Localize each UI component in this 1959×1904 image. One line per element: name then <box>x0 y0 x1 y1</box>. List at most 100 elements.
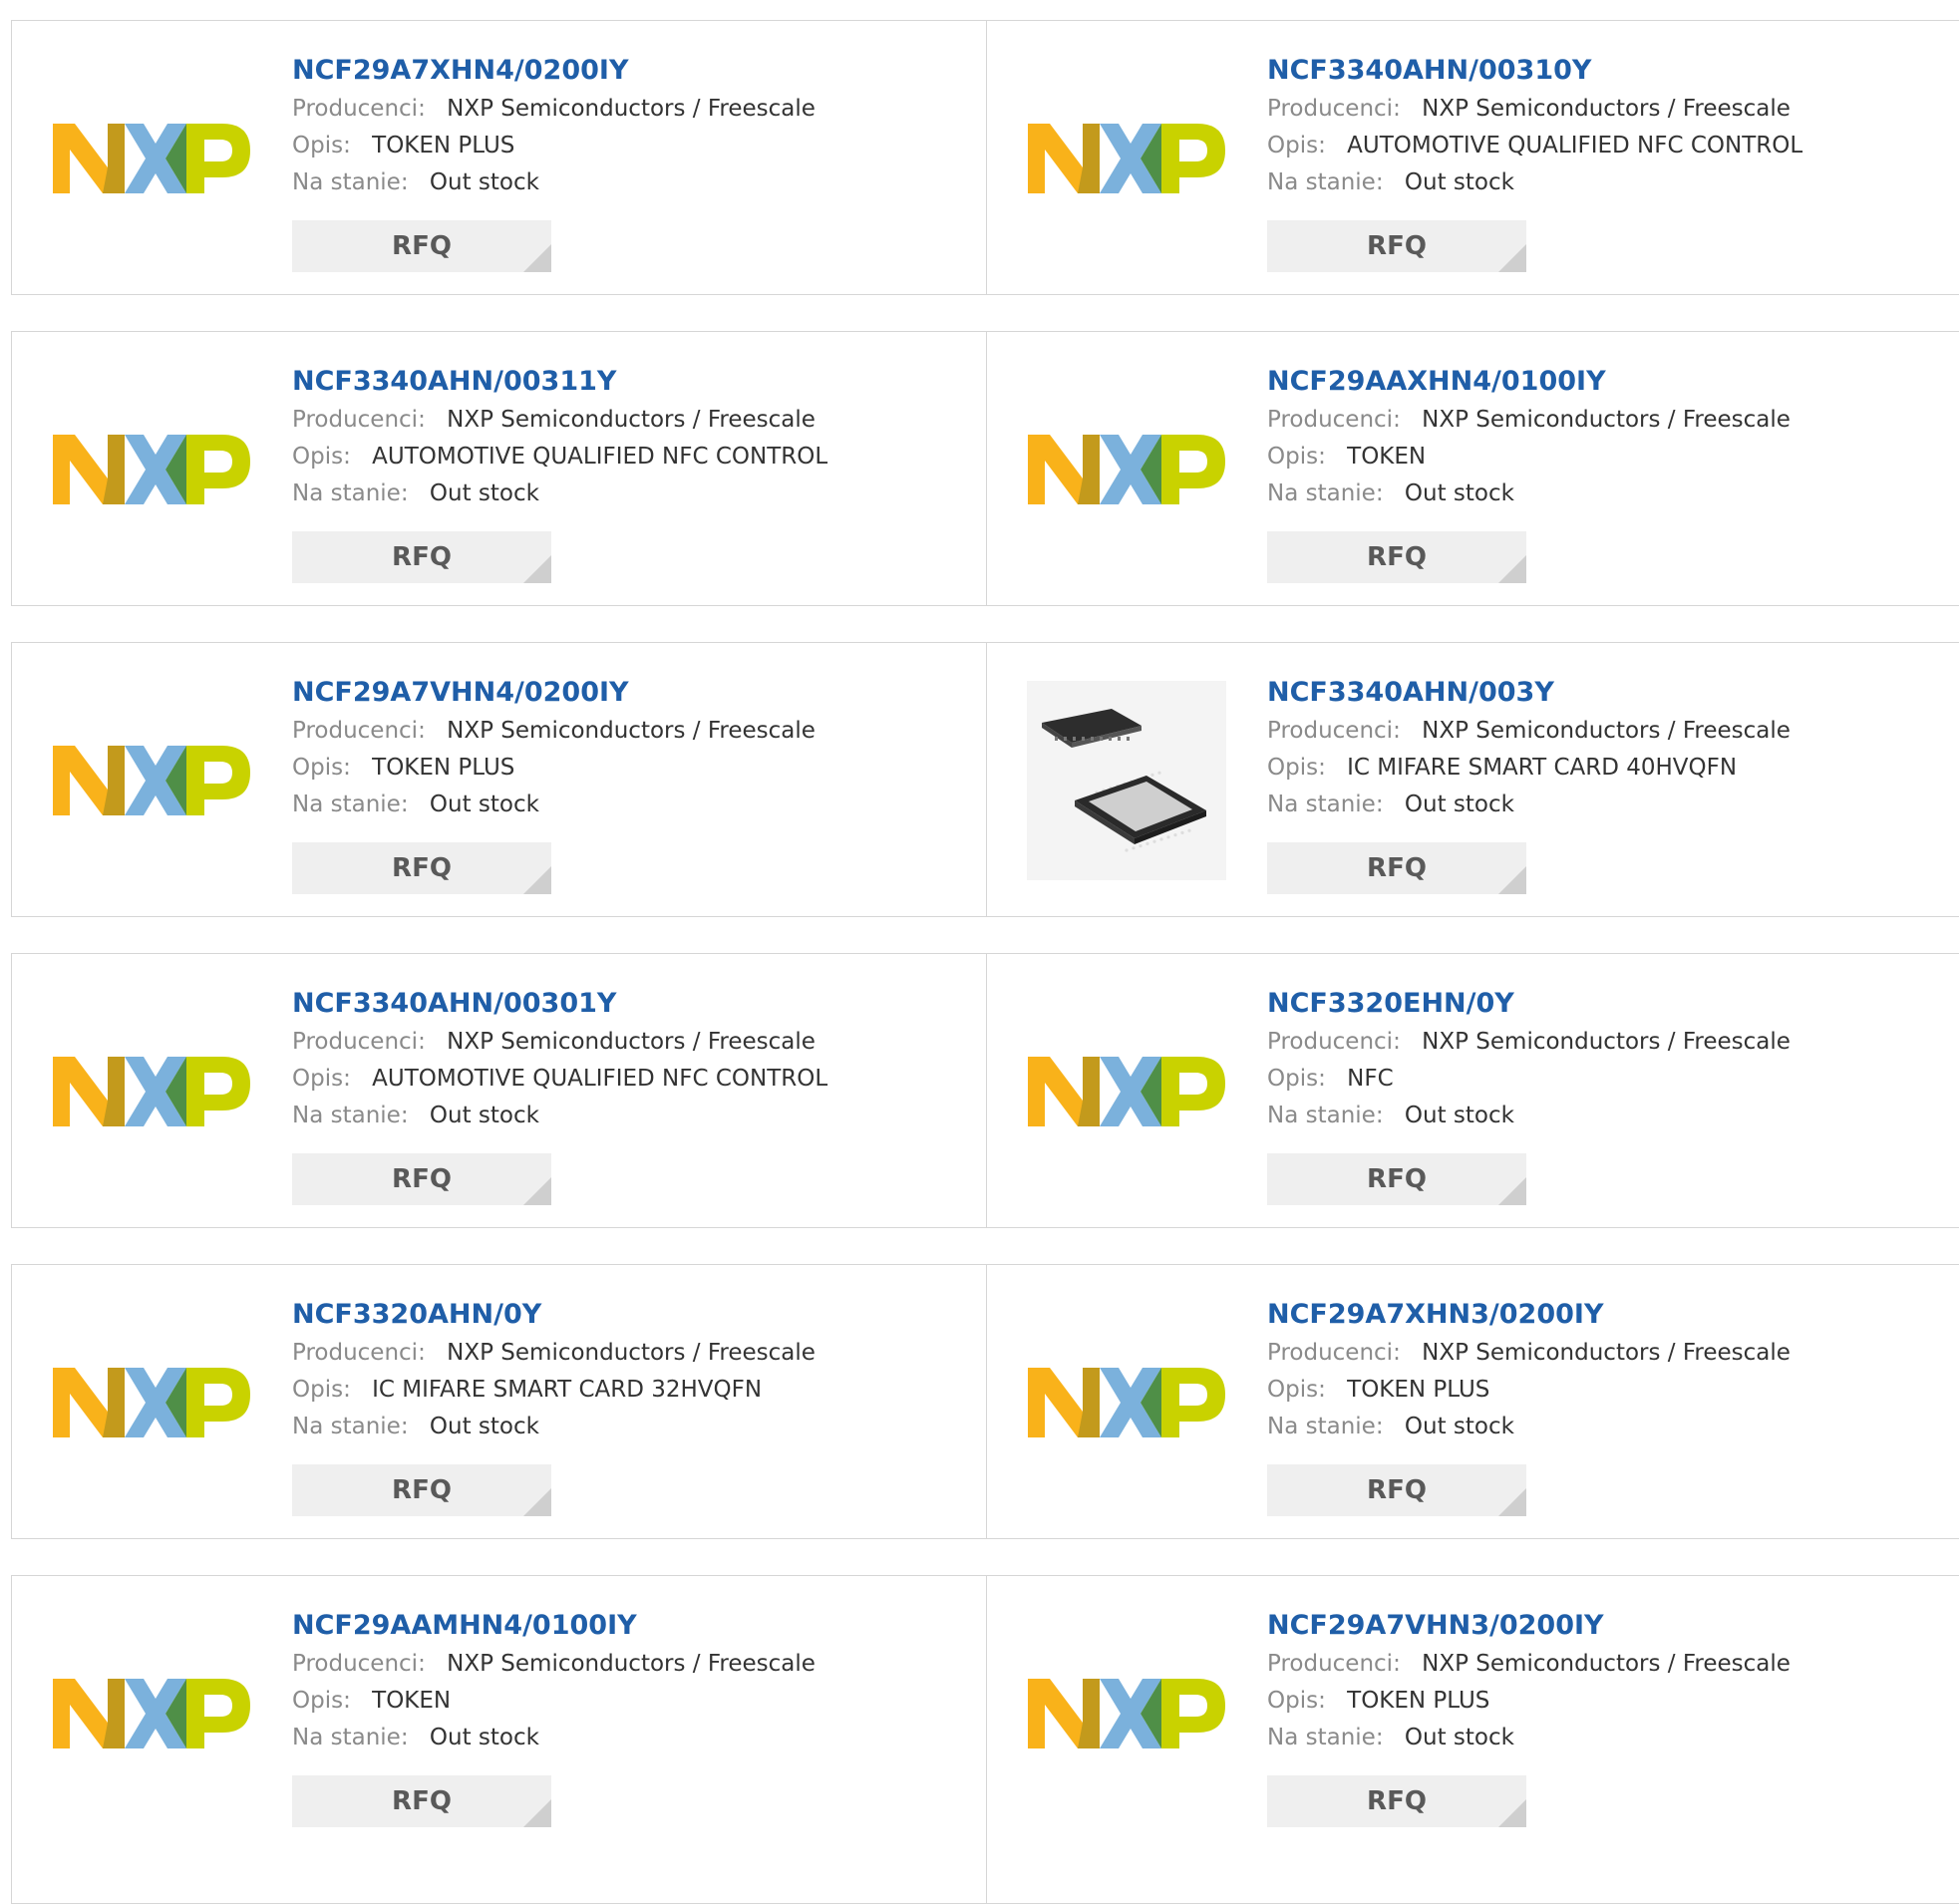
rfq-button[interactable]: RFQ <box>1267 531 1526 583</box>
description-row: Opis: AUTOMOTIVE QUALIFIED NFC CONTROL <box>292 1061 977 1098</box>
stock-row: Na stanie: Out stock <box>292 476 977 512</box>
nxp-logo-icon <box>53 435 250 504</box>
stock-value: Out stock <box>429 1103 539 1128</box>
stock-row: Na stanie: Out stock <box>1267 1098 1959 1134</box>
rfq-button[interactable]: RFQ <box>292 1775 551 1827</box>
description-row: Opis: AUTOMOTIVE QUALIFIED NFC CONTROL <box>1267 128 1959 164</box>
rfq-button[interactable]: RFQ <box>292 1153 551 1205</box>
corner-triangle-icon <box>1498 866 1526 894</box>
stock-label: Na stanie: <box>1267 1725 1384 1750</box>
product-image[interactable] <box>1027 59 1226 258</box>
product-image[interactable] <box>1027 1303 1226 1502</box>
product-image[interactable] <box>1027 1614 1226 1813</box>
manufacturer-value: NXP Semiconductors / Freescale <box>447 1651 816 1677</box>
part-number-link[interactable]: NCF29AAMHN4/0100IY <box>292 1606 977 1646</box>
part-number-link[interactable]: NCF3340AHN/003Y <box>1267 673 1959 713</box>
part-number-link[interactable]: NCF3340AHN/00301Y <box>292 984 977 1024</box>
part-number-link[interactable]: NCF29A7XHN3/0200IY <box>1267 1295 1959 1335</box>
product-image[interactable] <box>1027 681 1226 880</box>
description-row: Opis: TOKEN <box>292 1683 977 1720</box>
product-info: NCF29AAMHN4/0100IY Producenci: NXP Semic… <box>292 1606 977 1756</box>
manufacturer-value: NXP Semiconductors / Freescale <box>447 718 816 744</box>
manufacturer-value: NXP Semiconductors / Freescale <box>1422 1340 1791 1366</box>
stock-value: Out stock <box>429 1725 539 1750</box>
rfq-label: RFQ <box>1367 1786 1427 1816</box>
description-label: Opis: <box>292 755 351 781</box>
product-image[interactable] <box>52 59 251 258</box>
corner-triangle-icon <box>1498 1799 1526 1827</box>
product-info: NCF29A7VHN4/0200IY Producenci: NXP Semic… <box>292 673 977 823</box>
nxp-logo-icon <box>1028 1679 1225 1748</box>
manufacturer-label: Producenci: <box>1267 1340 1401 1366</box>
product-image[interactable] <box>52 370 251 569</box>
corner-triangle-icon <box>1498 244 1526 272</box>
part-number-link[interactable]: NCF3340AHN/00311Y <box>292 362 977 402</box>
manufacturer-value: NXP Semiconductors / Freescale <box>447 96 816 122</box>
rfq-button[interactable]: RFQ <box>292 842 551 894</box>
stock-label: Na stanie: <box>1267 1103 1384 1128</box>
part-number-link[interactable]: NCF29AAXHN4/0100IY <box>1267 362 1959 402</box>
rfq-label: RFQ <box>392 1475 452 1505</box>
part-number-link[interactable]: NCF29A7VHN4/0200IY <box>292 673 977 713</box>
product-grid: NCF29A7XHN4/0200IY Producenci: NXP Semic… <box>0 0 1959 1904</box>
nxp-logo-icon <box>1028 435 1225 504</box>
part-number-link[interactable]: NCF29A7VHN3/0200IY <box>1267 1606 1959 1646</box>
description-row: Opis: TOKEN <box>1267 439 1959 476</box>
nxp-logo-icon <box>53 1057 250 1126</box>
description-label: Opis: <box>1267 1377 1326 1403</box>
stock-value: Out stock <box>1404 1414 1514 1439</box>
rfq-button[interactable]: RFQ <box>292 531 551 583</box>
description-label: Opis: <box>292 133 351 159</box>
part-number-link[interactable]: NCF29A7XHN4/0200IY <box>292 51 977 91</box>
nxp-logo-icon <box>53 124 250 193</box>
product-image[interactable] <box>52 1303 251 1502</box>
product-info: NCF29A7XHN3/0200IY Producenci: NXP Semic… <box>1267 1295 1959 1445</box>
stock-label: Na stanie: <box>292 1725 409 1750</box>
stock-row: Na stanie: Out stock <box>292 1720 977 1756</box>
description-label: Opis: <box>1267 444 1326 470</box>
stock-row: Na stanie: Out stock <box>292 1409 977 1445</box>
product-image[interactable] <box>52 681 251 880</box>
nxp-logo-icon <box>53 1679 250 1748</box>
rfq-label: RFQ <box>1367 542 1427 572</box>
rfq-button[interactable]: RFQ <box>1267 1153 1526 1205</box>
rfq-label: RFQ <box>392 1164 452 1194</box>
manufacturer-row: Producenci: NXP Semiconductors / Freesca… <box>292 91 977 128</box>
rfq-button[interactable]: RFQ <box>1267 842 1526 894</box>
product-card: NCF29A7VHN4/0200IY Producenci: NXP Semic… <box>11 642 988 917</box>
rfq-button[interactable]: RFQ <box>1267 220 1526 272</box>
manufacturer-value: NXP Semiconductors / Freescale <box>1422 718 1791 744</box>
stock-row: Na stanie: Out stock <box>1267 164 1959 201</box>
product-image[interactable] <box>1027 370 1226 569</box>
description-value: TOKEN PLUS <box>372 755 515 781</box>
manufacturer-row: Producenci: NXP Semiconductors / Freesca… <box>292 1024 977 1061</box>
product-image[interactable] <box>1027 992 1226 1191</box>
product-info: NCF3320EHN/0Y Producenci: NXP Semiconduc… <box>1267 984 1959 1134</box>
description-row: Opis: TOKEN PLUS <box>292 750 977 787</box>
manufacturer-label: Producenci: <box>292 407 426 433</box>
rfq-label: RFQ <box>392 231 452 261</box>
description-value: TOKEN <box>1347 444 1427 470</box>
description-value: IC MIFARE SMART CARD 32HVQFN <box>372 1377 763 1403</box>
rfq-button[interactable]: RFQ <box>1267 1775 1526 1827</box>
manufacturer-row: Producenci: NXP Semiconductors / Freesca… <box>1267 1024 1959 1061</box>
stock-value: Out stock <box>1404 169 1514 195</box>
product-info: NCF3320AHN/0Y Producenci: NXP Semiconduc… <box>292 1295 977 1445</box>
product-image[interactable] <box>52 1614 251 1813</box>
manufacturer-label: Producenci: <box>292 96 426 122</box>
corner-triangle-icon <box>523 866 551 894</box>
description-label: Opis: <box>292 1688 351 1714</box>
description-label: Opis: <box>1267 133 1326 159</box>
description-label: Opis: <box>292 1377 351 1403</box>
part-number-link[interactable]: NCF3320EHN/0Y <box>1267 984 1959 1024</box>
stock-label: Na stanie: <box>1267 169 1384 195</box>
part-number-link[interactable]: NCF3340AHN/00310Y <box>1267 51 1959 91</box>
product-image[interactable] <box>52 992 251 1191</box>
manufacturer-label: Producenci: <box>1267 96 1401 122</box>
product-card: NCF3340AHN/00301Y Producenci: NXP Semico… <box>11 953 988 1228</box>
rfq-button[interactable]: RFQ <box>1267 1464 1526 1516</box>
part-number-link[interactable]: NCF3320AHN/0Y <box>292 1295 977 1335</box>
rfq-button[interactable]: RFQ <box>292 220 551 272</box>
product-card: NCF29AAXHN4/0100IY Producenci: NXP Semic… <box>986 331 1959 606</box>
rfq-button[interactable]: RFQ <box>292 1464 551 1516</box>
